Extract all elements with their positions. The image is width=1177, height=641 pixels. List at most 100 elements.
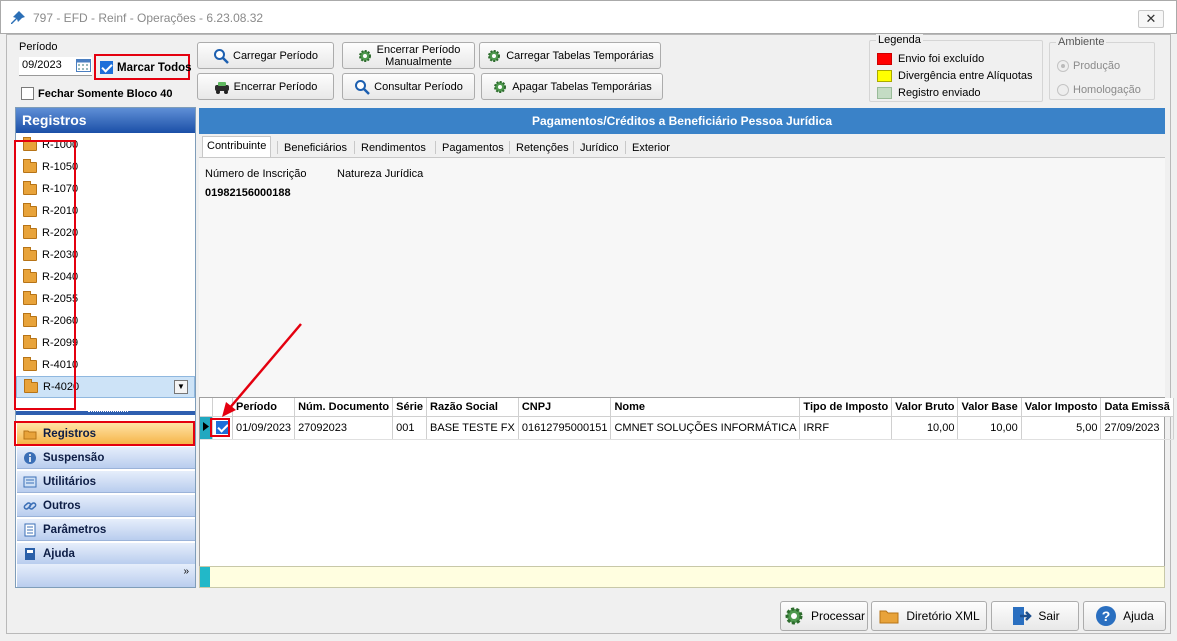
info-icon	[23, 451, 37, 465]
radio-icon[interactable]	[1057, 84, 1069, 97]
carregar-tabelas-button[interactable]: Carregar Tabelas Temporárias	[479, 42, 661, 69]
calendar-icon[interactable]	[76, 58, 91, 72]
table-cell[interactable]: 10,00	[957, 416, 1022, 440]
row-checkbox-highlight	[210, 418, 230, 437]
column-header[interactable]: CNPJ	[518, 398, 612, 417]
nav-registros-highlight	[14, 421, 195, 446]
column-header[interactable]: Valor Imposto	[1021, 398, 1102, 417]
nav-item-ajuda[interactable]: Ajuda	[17, 542, 195, 565]
apagar-tabelas-label: Apagar Tabelas Temporárias	[512, 80, 652, 93]
close-button[interactable]: ✕	[1138, 10, 1164, 28]
tab-separator	[277, 141, 278, 154]
diretorio-xml-label: Diretório XML	[906, 609, 980, 623]
table-cell[interactable]: 10,00	[891, 416, 959, 440]
encerrar-periodo-button[interactable]: Encerrar Período	[197, 73, 334, 100]
processar-button[interactable]: Processar	[780, 601, 868, 631]
checkbox-checked-icon[interactable]	[100, 61, 113, 74]
carregar-periodo-button[interactable]: Carregar Período	[197, 42, 334, 69]
homologacao-label: Homologação	[1073, 84, 1141, 96]
search-icon	[214, 48, 229, 64]
ajuda-button[interactable]: ? Ajuda	[1083, 601, 1166, 631]
encerrar-manual-label: Encerrar Período Manualmente	[377, 44, 461, 68]
nav-item-outros[interactable]: Outros	[17, 494, 195, 517]
processar-label: Processar	[810, 609, 866, 623]
ambiente-group: Ambiente Produção Homologação	[1049, 36, 1155, 102]
legend-item-enviado: Registro enviado	[877, 85, 1033, 102]
help-icon: ?	[1096, 606, 1117, 626]
nav-item-suspensao[interactable]: Suspensão	[17, 446, 195, 469]
producao-label: Produção	[1073, 60, 1121, 72]
legend-label-enviado: Registro enviado	[898, 87, 981, 99]
nav-more[interactable]: »	[17, 564, 195, 587]
checkbox-unchecked-icon[interactable]	[21, 87, 34, 100]
tab-strip: Contribuinte Beneficiários Rendimentos Paga…	[199, 136, 1165, 158]
tab-juridico[interactable]: Jurídico	[575, 138, 624, 158]
encerrar-manual-line1: Encerrar Período	[376, 43, 461, 56]
column-header[interactable]: Série	[392, 398, 428, 417]
fechar-bloco40-label: Fechar Somente Bloco 40	[38, 87, 173, 100]
row-indicator-header	[200, 398, 213, 417]
nav-item-parametros[interactable]: Parâmetros	[17, 518, 195, 541]
table-cell[interactable]: 01612795000151	[518, 416, 612, 440]
data-grid: Período Núm. Documento Série Razão Social CN…	[199, 397, 1174, 567]
table-cell[interactable]: 27/09/2023	[1100, 416, 1174, 440]
radio-selected-icon[interactable]	[1057, 60, 1069, 73]
consultar-periodo-label: Consultar Período	[374, 80, 463, 93]
status-strip	[199, 566, 1165, 588]
ambiente-title: Ambiente	[1056, 36, 1107, 48]
tab-retencoes[interactable]: Retenções	[511, 138, 574, 158]
dropdown-arrow-icon[interactable]: ▼	[174, 380, 188, 394]
table-cell[interactable]: 5,00	[1021, 416, 1102, 440]
contribuinte-panel: Número de Inscrição Natureza Jurídica 01…	[199, 157, 1165, 397]
red-swatch-icon	[877, 53, 892, 66]
tab-separator	[625, 141, 626, 154]
splitter[interactable]	[16, 411, 195, 415]
encerrar-manual-button[interactable]: Encerrar Período Manualmente	[342, 42, 475, 69]
folder-icon	[879, 610, 899, 624]
table-cell[interactable]: IRRF	[799, 416, 893, 440]
chevron-double-down-icon[interactable]: »	[183, 566, 189, 577]
column-header[interactable]: Núm. Documento	[294, 398, 394, 417]
tab-exterior[interactable]: Exterior	[627, 138, 675, 158]
nav-item-utilitarios[interactable]: Utilitários	[17, 470, 195, 493]
table-cell[interactable]: 27092023	[294, 416, 394, 440]
main-header: Pagamentos/Créditos a Beneficiário Pesso…	[199, 108, 1165, 134]
table-cell[interactable]: BASE TESTE FX	[426, 416, 519, 440]
window-title: 797 - EFD - Reinf - Operações - 6.23.08.…	[33, 11, 264, 25]
marcar-todos-checkbox[interactable]: Marcar Todos	[100, 61, 192, 74]
table-cell[interactable]: 001	[392, 416, 428, 440]
column-header[interactable]: Nome	[610, 398, 801, 417]
tab-separator	[573, 141, 574, 154]
tab-separator	[509, 141, 510, 154]
ambiente-homologacao-radio[interactable]: Homologação	[1057, 78, 1141, 102]
column-header[interactable]: Razão Social	[426, 398, 519, 417]
legend-item-excluido: Envio foi excluído	[877, 51, 1033, 68]
sair-button[interactable]: Sair	[991, 601, 1079, 631]
table-cell[interactable]: CMNET SOLUÇÕES INFORMÁTICA	[610, 416, 801, 440]
legend-group: Legenda Envio foi excluído Divergência e…	[869, 34, 1043, 102]
table-row[interactable]: 01/09/2023 27092023 001 BASE TESTE FX 016127…	[200, 416, 1174, 440]
diretorio-xml-button[interactable]: Diretório XML	[871, 601, 987, 631]
tab-pagamentos[interactable]: Pagamentos	[437, 138, 509, 158]
tab-beneficiarios[interactable]: Beneficiários	[279, 138, 352, 158]
column-header[interactable]: Valor Bruto	[891, 398, 959, 417]
column-header[interactable]: Data Emissã	[1100, 398, 1174, 417]
consultar-periodo-button[interactable]: Consultar Período	[342, 73, 475, 100]
encerrar-periodo-label: Encerrar Período	[233, 80, 318, 93]
gear-icon	[488, 49, 501, 62]
exit-door-icon	[1013, 607, 1033, 625]
pin-icon	[11, 11, 25, 24]
ambiente-producao-radio[interactable]: Produção	[1057, 54, 1141, 78]
gear-icon	[494, 80, 507, 93]
tab-contribuinte[interactable]: Contribuinte	[202, 136, 272, 158]
car-icon	[214, 81, 229, 94]
carregar-tabelas-label: Carregar Tabelas Temporárias	[506, 49, 654, 62]
legend-label-divergencia: Divergência entre Alíquotas	[898, 70, 1033, 82]
help-book-icon	[23, 547, 37, 561]
registros-list-highlight	[14, 140, 76, 410]
fechar-bloco40-checkbox[interactable]: Fechar Somente Bloco 40	[21, 87, 173, 100]
apagar-tabelas-button[interactable]: Apagar Tabelas Temporárias	[481, 73, 663, 100]
column-header[interactable]: Valor Base	[957, 398, 1022, 417]
column-header[interactable]: Tipo de Imposto	[799, 398, 893, 417]
tab-rendimentos[interactable]: Rendimentos	[356, 138, 431, 158]
